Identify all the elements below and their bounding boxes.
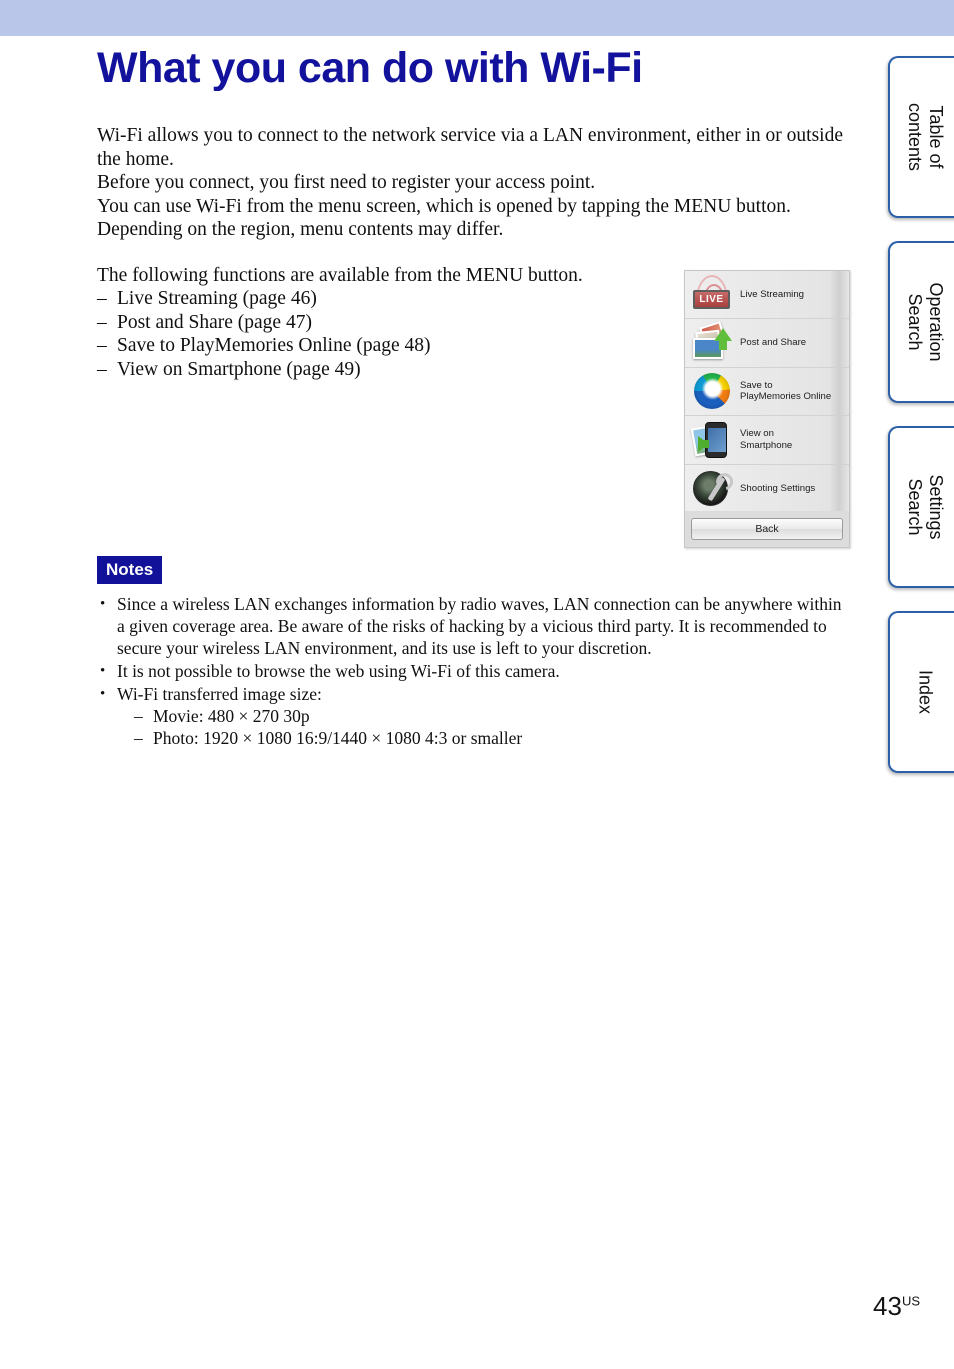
camera-menu-label: Post and Share xyxy=(740,337,807,349)
note-item-text: Wi-Fi transferred image size: xyxy=(117,684,322,704)
notes-list: Since a wireless LAN exchanges informati… xyxy=(97,593,852,749)
camera-menu-row-shooting-settings[interactable]: Shooting Settings xyxy=(685,465,849,513)
page-number-suffix: US xyxy=(901,1293,920,1309)
intro-line-3: Depending on the region, menu contents m… xyxy=(97,219,504,240)
top-banner xyxy=(0,0,954,36)
camera-menu-label: Shooting Settings xyxy=(740,483,816,494)
camera-menu-back-bar: Back xyxy=(685,511,849,547)
sidebar-item-label: Settings Search xyxy=(905,474,946,540)
sidebar-item-table-of-contents[interactable]: Table of contents xyxy=(888,56,954,218)
note-item: It is not possible to browse the web usi… xyxy=(97,660,852,682)
note-item: Since a wireless LAN exchanges informati… xyxy=(97,593,852,659)
document-page: What you can do with Wi-Fi Wi-Fi allows … xyxy=(0,0,954,1369)
notes-sub-list: Movie: 480 × 270 30p Photo: 1920 × 1080 … xyxy=(117,705,852,749)
page-number-value: 43 xyxy=(873,1291,902,1321)
page-title: What you can do with Wi-Fi xyxy=(97,44,643,92)
shooting-settings-icon xyxy=(690,468,734,510)
intro-line-2: You can use Wi-Fi from the menu screen, … xyxy=(97,195,791,217)
note-item: Wi-Fi transferred image size: Movie: 480… xyxy=(97,683,852,749)
live-streaming-icon: LIVE xyxy=(690,274,734,316)
back-button[interactable]: Back xyxy=(691,518,843,540)
view-on-smartphone-icon xyxy=(690,419,734,461)
camera-menu-label: Live Streaming xyxy=(740,288,804,300)
intro-line-0: Wi-Fi allows you to connect to the netwo… xyxy=(97,125,843,170)
camera-menu-label: Save to PlayMemories Online xyxy=(740,379,832,403)
notes-badge: Notes xyxy=(97,556,163,584)
sidebar-item-operation-search[interactable]: Operation Search xyxy=(888,241,954,403)
page-number: 43US xyxy=(873,1291,920,1322)
camera-menu-row-live-streaming[interactable]: LIVE Live Streaming xyxy=(685,271,849,320)
sidebar-item-settings-search[interactable]: Settings Search xyxy=(888,426,954,588)
camera-menu-row-playmemories-online[interactable]: Save to PlayMemories Online xyxy=(685,368,849,417)
camera-menu-label: View on Smartphone xyxy=(740,428,793,451)
post-and-share-icon xyxy=(690,321,734,364)
camera-menu-screenshot: LIVE Live Streaming Post and Share Save … xyxy=(684,270,850,548)
intro-line-1: Before you connect, you first need to re… xyxy=(97,172,596,193)
note-sub-item: Movie: 480 × 270 30p xyxy=(134,705,852,727)
notes-section: Notes Since a wireless LAN exchanges inf… xyxy=(97,556,852,750)
intro-paragraph: Wi-Fi allows you to connect to the netwo… xyxy=(97,124,852,242)
side-tab-navigation: Table of contents Operation Search Setti… xyxy=(888,0,954,1369)
sidebar-item-label: Index xyxy=(915,669,936,715)
sidebar-item-index[interactable]: Index xyxy=(888,611,954,773)
camera-menu-list: LIVE Live Streaming Post and Share Save … xyxy=(685,271,849,513)
sidebar-item-label: Operation Search xyxy=(905,282,946,362)
note-sub-item: Photo: 1920 × 1080 16:9/1440 × 1080 4:3 … xyxy=(134,727,852,749)
camera-menu-row-post-and-share[interactable]: Post and Share xyxy=(685,319,849,368)
sidebar-item-label: Table of contents xyxy=(905,102,946,172)
camera-menu-row-view-on-smartphone[interactable]: View on Smartphone xyxy=(685,416,849,465)
playmemories-online-icon xyxy=(690,370,734,412)
